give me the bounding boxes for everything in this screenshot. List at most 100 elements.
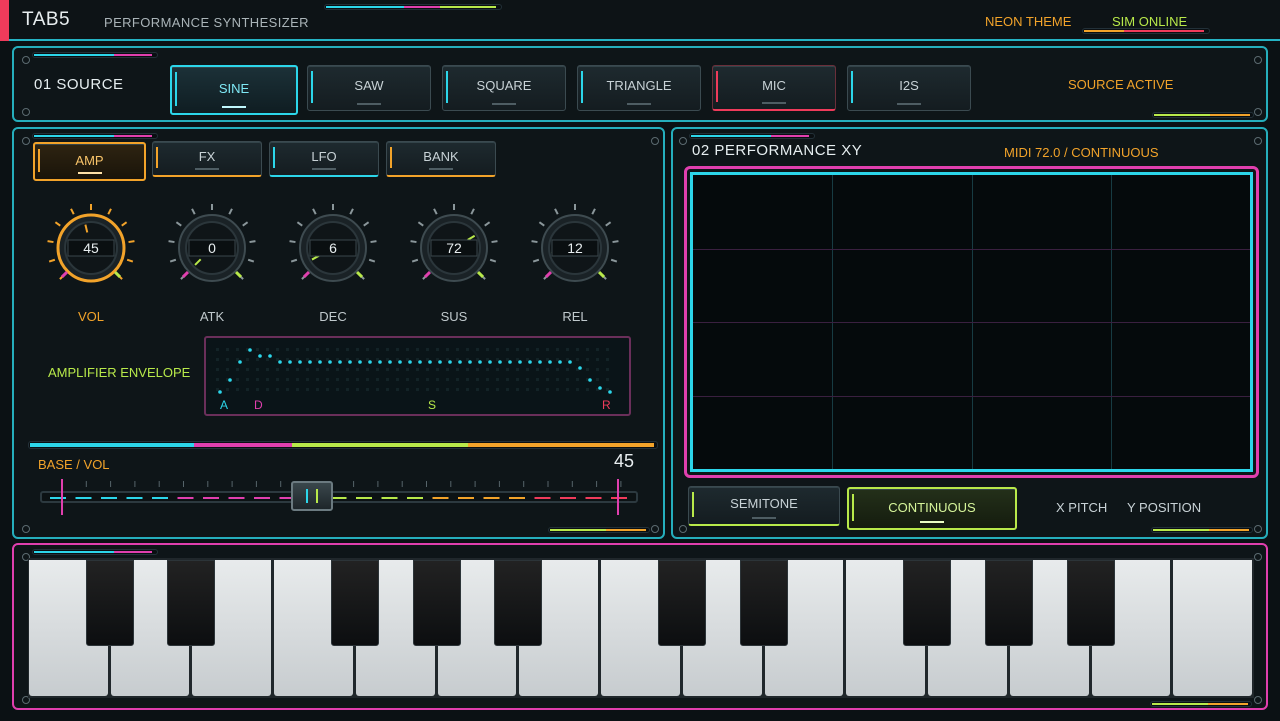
base-label: BASE / VOL: [38, 457, 110, 472]
tab-amp[interactable]: AMP: [33, 142, 146, 181]
knob-value: 72: [446, 240, 462, 256]
base-value: 45: [614, 451, 635, 471]
panel-accent-strip: [32, 52, 158, 58]
knob-value: 0: [208, 240, 216, 256]
grid-line: [693, 248, 1250, 250]
black-key[interactable]: [330, 560, 379, 646]
slider-thumb[interactable]: [291, 481, 334, 511]
thumb-grip: [306, 489, 309, 503]
theme-label[interactable]: NEON THEME: [985, 14, 1071, 29]
brand-stripe: [0, 0, 9, 41]
black-key[interactable]: [739, 560, 788, 646]
black-key[interactable]: [903, 560, 952, 646]
envelope-point: [468, 360, 472, 364]
grid-line: [693, 322, 1250, 323]
envelope-point: [458, 360, 462, 364]
screw: [1254, 108, 1262, 116]
screw: [22, 137, 30, 145]
knob-label: ATK: [199, 309, 225, 324]
knob-rel[interactable]: 12: [530, 203, 620, 293]
screw: [1254, 525, 1262, 533]
envelope-marker-a: A: [220, 398, 229, 412]
envelope-point: [538, 360, 542, 364]
envelope-point: [438, 360, 442, 364]
knob-sus[interactable]: 72: [409, 203, 499, 293]
xy-pad-frame: [684, 166, 1259, 478]
app-subtitle: PERFORMANCE SYNTHESIZER: [104, 15, 309, 30]
screw: [22, 525, 30, 533]
envelope-point: [328, 360, 332, 364]
screw: [1254, 137, 1262, 145]
envelope-display: A D S R: [204, 336, 631, 416]
envelope-marker-r: R: [602, 398, 611, 412]
source-button-square[interactable]: SQUARE: [442, 65, 566, 111]
envelope-point: [578, 366, 582, 370]
knob-vol[interactable]: 45: [46, 203, 136, 293]
app-title: TAB5: [22, 9, 71, 30]
black-key[interactable]: [167, 560, 216, 646]
envelope-marker-d: D: [254, 398, 263, 412]
envelope-marker-s: S: [428, 398, 437, 412]
envelope-point: [298, 360, 302, 364]
amp-panel: AMP FX LFO BANK 45 VOL 0 ATK 6 DEC 72 SUS 12 REL …: [12, 127, 665, 539]
knob-atk[interactable]: 0: [167, 203, 257, 293]
envelope-point: [278, 360, 282, 364]
envelope-point: [368, 360, 372, 364]
xy-pad[interactable]: [690, 172, 1253, 472]
knob-dec[interactable]: 6: [288, 203, 378, 293]
piano-keyboard[interactable]: [28, 558, 1254, 698]
screw: [679, 137, 687, 145]
screw: [1254, 56, 1262, 64]
black-key[interactable]: [984, 560, 1033, 646]
header-bar: TAB5 PERFORMANCE SYNTHESIZER NEON THEME …: [0, 0, 1280, 41]
midi-readout: MIDI 72.0 / CONTINUOUS: [1004, 145, 1159, 160]
white-key[interactable]: [1173, 560, 1252, 696]
tab-fx[interactable]: FX: [152, 141, 262, 177]
black-key[interactable]: [494, 560, 543, 646]
panel-accent-strip: [32, 133, 158, 139]
source-status: SOURCE ACTIVE: [1068, 77, 1174, 92]
source-button-mic[interactable]: MIC: [712, 65, 836, 111]
panel-accent-strip: [1151, 527, 1253, 533]
source-button-triangle[interactable]: TRIANGLE: [577, 65, 701, 111]
black-key[interactable]: [657, 560, 706, 646]
grid-line: [693, 395, 1250, 397]
knob-label: REL: [562, 309, 588, 324]
status-accent-strip: [1082, 28, 1210, 34]
panel-accent-strip: [1150, 701, 1252, 707]
black-key[interactable]: [1066, 560, 1115, 646]
thumb-grip: [316, 489, 319, 503]
black-key[interactable]: [85, 560, 134, 646]
envelope-point: [308, 360, 312, 364]
envelope-point: [588, 378, 592, 382]
black-key[interactable]: [412, 560, 461, 646]
base-color-strip: [28, 441, 658, 449]
envelope-point: [248, 348, 252, 352]
base-slider[interactable]: [40, 479, 638, 515]
envelope-point: [448, 360, 452, 364]
envelope-point: [378, 360, 382, 364]
envelope-point: [258, 354, 262, 358]
envelope-point: [418, 360, 422, 364]
tab-lfo[interactable]: LFO: [269, 141, 379, 177]
header-accent-strip: [324, 4, 502, 10]
envelope-point: [228, 378, 232, 382]
screw: [651, 525, 659, 533]
envelope-point: [498, 360, 502, 364]
envelope-point: [598, 386, 602, 390]
panel-accent-strip: [689, 133, 815, 139]
tab-bank[interactable]: BANK: [386, 141, 496, 177]
envelope-point: [558, 360, 562, 364]
knob-label: VOL: [77, 309, 104, 324]
envelope-point: [528, 360, 532, 364]
panel-accent-strip: [32, 549, 158, 555]
source-button-sine[interactable]: SINE: [170, 65, 298, 115]
panel-accent-strip: [548, 527, 650, 533]
source-button-i2s[interactable]: I2S: [847, 65, 971, 111]
mode-continuous-button[interactable]: CONTINUOUS: [847, 487, 1017, 530]
source-button-saw[interactable]: SAW: [307, 65, 431, 111]
screw: [1254, 553, 1262, 561]
envelope-point: [428, 360, 432, 364]
slider-ticks: [50, 479, 627, 515]
mode-semitone-button[interactable]: SEMITONE: [688, 486, 840, 526]
